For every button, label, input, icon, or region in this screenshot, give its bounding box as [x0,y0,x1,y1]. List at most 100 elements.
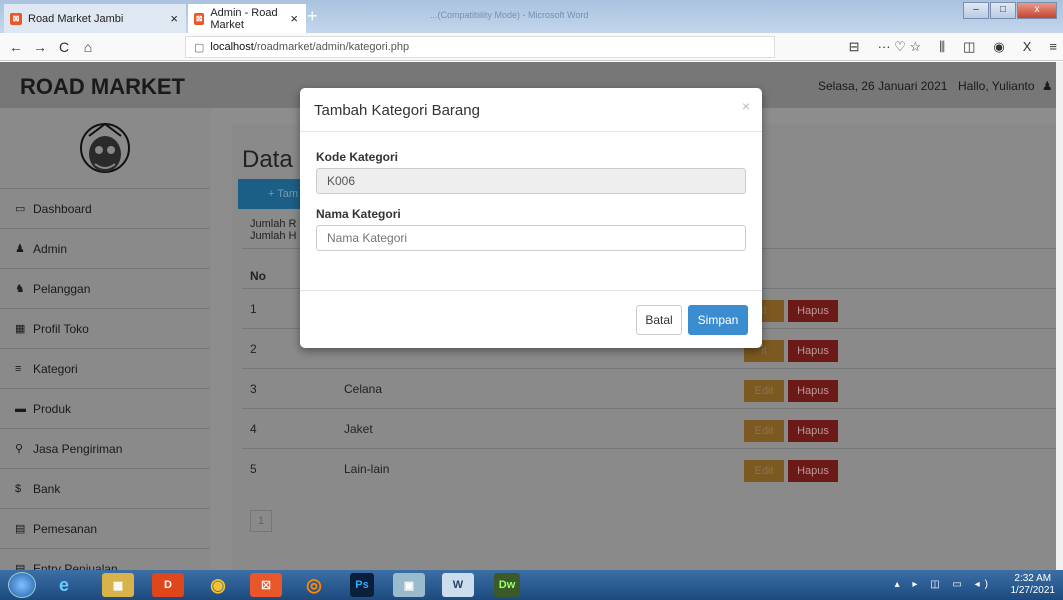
list-icon: ≡ [15,362,22,375]
table-cell-no: 1 [250,302,257,316]
reload-icon[interactable]: C [52,39,76,55]
sidebar-item-admin[interactable]: ♟ Admin [0,228,210,268]
new-tab-button[interactable]: + [307,6,318,27]
library-icon[interactable]: ⫼ [939,39,945,55]
user-icon: ♟ [1041,79,1053,93]
browser-nav-bar: ← → C ⌂ ▢ localhost /roadmarket/admin/ka… [0,33,1063,61]
table-cell-nama: Jaket [344,422,373,436]
brand-logo-text[interactable]: ROAD MARKET [20,74,185,100]
xampp-favicon-icon: ⊠ [194,12,205,25]
dreamweaver-icon[interactable]: Dw [494,573,520,597]
maximize-button[interactable]: □ [990,2,1016,19]
kode-kategori-label: Kode Kategori [316,150,399,164]
hapus-button[interactable]: Hapus [788,380,838,402]
browser-tab-bar: ⊠ Road Market Jambi × ⊠ Admin - Road Mar… [0,0,1063,33]
url-bar[interactable]: ▢ localhost /roadmarket/admin/kategori.p… [185,36,775,58]
control-panel-icon[interactable]: ▣ [393,573,425,597]
close-icon[interactable]: × [742,98,750,114]
dollar-icon: $ [15,482,22,495]
sidebar-icon[interactable]: ◫ [963,39,975,55]
modal-header: Tambah Kategori Barang × [300,88,762,132]
sidebar-item-dashboard[interactable]: ▭ Dashboard [0,188,210,228]
cancel-button[interactable]: Batal [636,305,682,335]
edit-button[interactable]: Edit [744,460,784,482]
sidebar-item-label: Profil Toko [33,321,89,336]
sidebar-item-label: Pemesanan [33,521,98,536]
word-icon[interactable]: W [442,573,474,597]
page-scrollbar[interactable] [1056,62,1063,570]
desktop-icon: ▭ [15,203,26,215]
tambah-kategori-modal: Tambah Kategori Barang × Kode Kategori N… [300,88,762,348]
hapus-button[interactable]: Hapus [788,340,838,362]
tab-admin-road-market[interactable]: ⊠ Admin - Road Market × [188,4,306,33]
save-button[interactable]: Simpan [688,305,748,335]
xampp-favicon-icon: ⊠ [10,12,22,25]
toolbar-icons: ⊟ ··· ♡ ☆ ⫼ ◫ ◉ X ≡ [849,39,1057,55]
modal-footer-divider [300,290,762,291]
tab-title: Admin - Road Market [210,6,278,31]
window-title: ...(Compatibility Mode) - Microsoft Word [430,10,589,20]
minimize-button[interactable]: – [963,2,989,19]
truck-icon: ▬ [15,402,26,415]
table-cell-no: 2 [250,342,257,356]
close-tab-icon[interactable]: × [290,11,298,26]
reader-view-icon[interactable]: ⊟ [849,39,860,55]
hapus-button[interactable]: Hapus [788,420,838,442]
user-icon: ♟ [15,243,25,255]
divider [242,408,1058,409]
sidebar-item-kategori[interactable]: ≡ Kategori [0,348,210,388]
taskbar-clock[interactable]: 2:32 AM 1/27/2021 [1011,573,1056,597]
sidebar-item-produk[interactable]: ▬ Produk [0,388,210,428]
hapus-button[interactable]: Hapus [788,460,838,482]
media-player-icon[interactable]: D [152,573,184,597]
column-header-no: No [250,269,266,283]
pagination-page-1[interactable]: 1 [250,510,272,532]
edit-button[interactable]: Edit [744,420,784,442]
sidebar-item-profil-toko[interactable]: ▦ Profil Toko [0,308,210,348]
close-window-button[interactable]: x [1017,2,1057,19]
table-cell-nama: Lain-lain [344,462,390,476]
page-title: Data [242,146,293,173]
extension-icon[interactable]: X [1023,39,1032,55]
divider [242,448,1058,449]
back-icon[interactable]: ← [4,39,28,55]
greeting-text: Hallo, Yulianto [958,79,1035,93]
firefox-icon[interactable]: ◎ [298,573,330,597]
table-cell-no: 3 [250,382,257,396]
windows-taskbar: e ▦ D ◉ ☒ ◎ Ps ▣ W Dw ▴ ▸ ◫ ▭ ◂) 2:32 AM… [0,570,1063,600]
internet-explorer-icon[interactable]: e [48,573,80,597]
add-button-label: + Tam [268,188,299,200]
edit-button[interactable]: Edit [744,380,784,402]
modal-title: Tambah Kategori Barang [314,102,480,119]
sidebar-item-jasa-pengiriman[interactable]: ⚲ Jasa Pengiriman [0,428,210,468]
clock-date: 1/27/2021 [1010,585,1056,596]
forward-icon[interactable]: → [28,39,52,55]
photoshop-icon[interactable]: Ps [350,573,374,597]
sidebar-item-label: Admin [33,241,68,256]
system-tray[interactable]: ▴ ▸ ◫ ▭ ◂) [895,579,993,590]
window-controls: – □ x [963,2,1057,19]
hapus-button[interactable]: Hapus [788,300,838,322]
kode-kategori-field[interactable] [316,168,746,194]
sidebar-item-label: Jasa Pengiriman [33,441,123,456]
file-explorer-icon[interactable]: ▦ [102,573,134,597]
account-icon[interactable]: ◉ [993,39,1004,55]
sidebar-item-label: Bank [33,481,61,496]
page-actions-icon[interactable]: ··· ♡ ☆ [878,39,922,55]
close-tab-icon[interactable]: × [170,11,178,26]
tab-road-market-jambi[interactable]: ⊠ Road Market Jambi × [4,4,186,33]
sidebar-item-bank[interactable]: $ Bank [0,468,210,508]
url-path: /roadmarket/admin/kategori.php [253,41,410,53]
sidebar-item-pemesanan[interactable]: ▤ Pemesanan [0,508,210,548]
sidebar-item-pelanggan[interactable]: ♞ Pelanggan [0,268,210,308]
clock-time: 2:32 AM [1014,573,1052,584]
tab-title: Road Market Jambi [28,12,124,25]
user-greeting[interactable]: Hallo, Yulianto ♟ [958,79,1053,93]
home-icon[interactable]: ⌂ [76,39,100,55]
xampp-icon[interactable]: ☒ [250,573,282,597]
start-button[interactable] [8,572,36,598]
chrome-icon[interactable]: ◉ [202,573,234,597]
nama-kategori-field[interactable] [316,225,746,251]
menu-icon[interactable]: ≡ [1049,39,1057,55]
table-cell-nama: Celana [344,382,383,396]
